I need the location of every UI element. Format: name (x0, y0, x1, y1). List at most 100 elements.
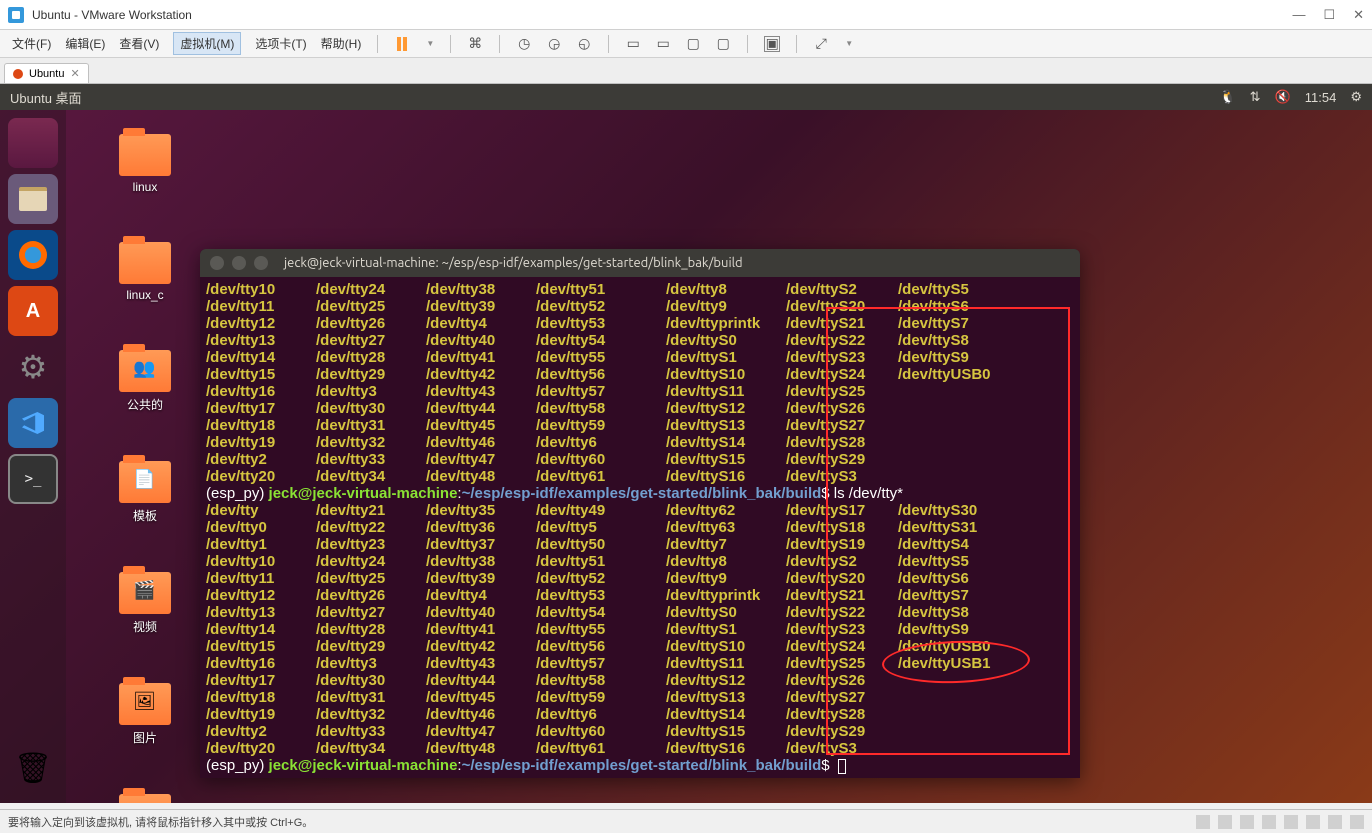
tty-entry (898, 706, 1008, 723)
close-button[interactable]: ✕ (1353, 7, 1364, 23)
tty-entry: /dev/tty34 (316, 468, 426, 485)
tty-entry: /dev/tty28 (316, 349, 426, 366)
launcher-firefox-icon[interactable] (8, 230, 58, 280)
view-single-icon[interactable]: ▭ (625, 36, 641, 52)
device-icon[interactable] (1306, 815, 1320, 829)
desktop-folder-videos[interactable]: 视频 (110, 572, 180, 635)
minimize-button[interactable]: — (1292, 7, 1305, 23)
maximize-button[interactable]: ☐ (1323, 7, 1335, 23)
statusbar: 要将输入定向到该虚拟机, 请将鼠标指针移入其中或按 Ctrl+G。 (0, 809, 1372, 833)
vm-tab-ubuntu[interactable]: Ubuntu ✕ (4, 63, 89, 83)
manage-snapshots-icon[interactable]: ◵ (576, 36, 592, 52)
revert-snapshot-icon[interactable]: ◶ (546, 36, 562, 52)
tty-entry: /dev/ttyS23 (786, 349, 898, 366)
desktop-folder-documents[interactable]: 文档 (110, 794, 180, 803)
desktop-folder-pictures[interactable]: 图片 (110, 683, 180, 746)
tty-entry: /dev/tty15 (206, 638, 316, 655)
menu-view[interactable]: 查看(V) (119, 35, 159, 52)
view-unity-icon[interactable]: ▢ (715, 36, 731, 52)
tty-entry: /dev/ttyS20 (786, 298, 898, 315)
sound-icon[interactable]: 🔇 (1275, 89, 1291, 105)
launcher-software-icon[interactable] (8, 286, 58, 336)
tty-entry: /dev/ttyS29 (786, 723, 898, 740)
device-icon[interactable] (1240, 815, 1254, 829)
pause-button[interactable] (394, 36, 410, 52)
terminal-maximize-icon[interactable] (254, 256, 268, 270)
tty-entry: /dev/tty41 (426, 349, 536, 366)
launcher-vscode-icon[interactable] (8, 398, 58, 448)
terminal-minimize-icon[interactable] (232, 256, 246, 270)
tty-entry: /dev/tty51 (536, 553, 666, 570)
power-icon[interactable]: ⚙ (1350, 89, 1362, 105)
terminal-window[interactable]: jeck@jeck-virtual-machine: ~/esp/esp-idf… (200, 249, 1080, 778)
device-icon[interactable] (1262, 815, 1276, 829)
tty-entry: /dev/ttyS28 (786, 706, 898, 723)
desktop-folder-linux_c[interactable]: linux_c (110, 242, 180, 302)
tty-entry: /dev/tty31 (316, 417, 426, 434)
menu-file[interactable]: 文件(F) (12, 35, 51, 52)
view-split-icon[interactable]: ▭ (655, 36, 671, 52)
desktop-folder-templates[interactable]: 模板 (110, 461, 180, 524)
menu-edit[interactable]: 编辑(E) (65, 35, 105, 52)
menu-tabs[interactable]: 选项卡(T) (255, 35, 306, 52)
tty-entry: /dev/tty35 (426, 502, 536, 519)
snapshot-icon[interactable]: ◷ (516, 36, 532, 52)
clock[interactable]: 11:54 (1305, 90, 1337, 105)
device-icon[interactable] (1218, 815, 1232, 829)
tty-entry: /dev/ttyS3 (786, 740, 898, 757)
tty-entry: /dev/tty28 (316, 621, 426, 638)
launcher-terminal-icon[interactable] (8, 454, 58, 504)
tty-entry: /dev/ttyS20 (786, 570, 898, 587)
tty-entry: /dev/tty55 (536, 349, 666, 366)
terminal-body[interactable]: /dev/tty10/dev/tty24/dev/tty38/dev/tty51… (200, 277, 1080, 778)
tty-entry: /dev/tty34 (316, 740, 426, 757)
tty-entry: /dev/tty8 (666, 553, 786, 570)
tty-entry: /dev/ttyS24 (786, 638, 898, 655)
tty-entry: /dev/tty11 (206, 570, 316, 587)
dropdown-arrow-icon[interactable]: ▼ (845, 39, 853, 48)
launcher-trash-icon[interactable] (8, 743, 58, 793)
terminal-close-icon[interactable] (210, 256, 224, 270)
dropdown-arrow-icon[interactable]: ▼ (426, 39, 434, 48)
terminal-titlebar[interactable]: jeck@jeck-virtual-machine: ~/esp/esp-idf… (200, 249, 1080, 277)
tux-icon[interactable]: 🐧 (1219, 89, 1235, 105)
network-icon[interactable]: ⇅ (1250, 89, 1261, 105)
ubuntu-icon (13, 69, 23, 79)
vm-tabbar: Ubuntu ✕ (0, 58, 1372, 84)
tty-entry: /dev/ttyS29 (786, 451, 898, 468)
vm-viewport[interactable]: Ubuntu 桌面 🐧 ⇅ 🔇 11:54 ⚙ linux linux_c 公共… (0, 84, 1372, 803)
stretch-icon[interactable]: ⤢ (813, 36, 829, 52)
menu-vm[interactable]: 虚拟机(M) (173, 32, 241, 55)
device-icon[interactable] (1328, 815, 1342, 829)
tty-entry: /dev/tty53 (536, 315, 666, 332)
tty-entry: /dev/tty29 (316, 366, 426, 383)
device-icon[interactable] (1196, 815, 1210, 829)
tty-entry (898, 689, 1008, 706)
tty-entry: /dev/tty60 (536, 451, 666, 468)
tty-entry: /dev/tty16 (206, 655, 316, 672)
device-icon[interactable] (1350, 815, 1364, 829)
menu-help[interactable]: 帮助(H) (321, 35, 362, 52)
tty-entry: /dev/tty12 (206, 587, 316, 604)
tty-entry (898, 740, 1008, 757)
launcher-settings-icon[interactable] (8, 342, 58, 392)
tty-entry: /dev/tty21 (316, 502, 426, 519)
tty-entry: /dev/ttyS21 (786, 315, 898, 332)
view-console-icon[interactable]: ▢ (685, 36, 701, 52)
desktop-folder-linux[interactable]: linux (110, 134, 180, 194)
tty-entry: /dev/tty47 (426, 723, 536, 740)
tty-entry: /dev/ttyS25 (786, 383, 898, 400)
terminal-title: jeck@jeck-virtual-machine: ~/esp/esp-idf… (284, 256, 743, 270)
tty-entry: /dev/ttyS26 (786, 672, 898, 689)
send-ctrl-alt-del-icon[interactable]: ⌘ (467, 36, 483, 52)
enter-fullscreen-icon[interactable]: ▣ (764, 36, 780, 52)
desktop-folder-public[interactable]: 公共的 (110, 350, 180, 413)
launcher-files-icon[interactable] (8, 174, 58, 224)
tty-entry: /dev/tty50 (536, 536, 666, 553)
tty-entry: /dev/tty1 (206, 536, 316, 553)
device-icon[interactable] (1284, 815, 1298, 829)
window-titlebar: Ubuntu - VMware Workstation — ☐ ✕ (0, 0, 1372, 30)
tab-close-icon[interactable]: ✕ (70, 67, 79, 80)
separator (796, 35, 797, 53)
launcher-dash-icon[interactable] (8, 118, 58, 168)
